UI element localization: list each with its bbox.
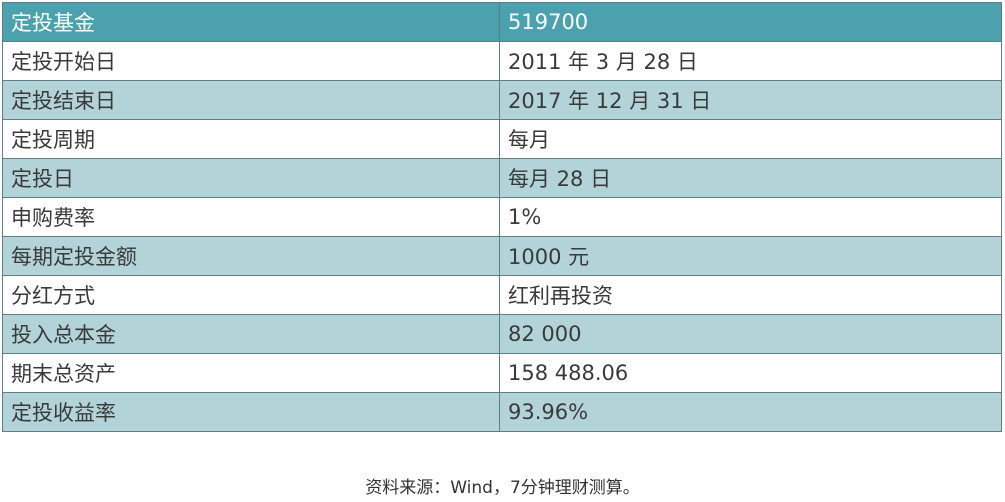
table-row: 分红方式 红利再投资 (2, 275, 1002, 315)
row-label-cell: 定投收益率 (2, 392, 500, 432)
table-row: 申购费率 1% (2, 197, 1002, 237)
table-row: 定投日 每月 28 日 (2, 158, 1002, 198)
table-row: 期末总资产 158 488.06 (2, 353, 1002, 393)
row-value-cell: 82 000 (499, 314, 1002, 354)
table-row: 投入总本金 82 000 (2, 314, 1002, 354)
table-row: 定投结束日 2017 年 12 月 31 日 (2, 80, 1002, 120)
fund-investment-table: 定投基金 519700 定投开始日 2011 年 3 月 28 日 定投结束日 … (2, 2, 1002, 432)
row-label-cell: 分红方式 (2, 275, 500, 315)
table-row: 每期定投金额 1000 元 (2, 236, 1002, 276)
row-label-cell: 定投周期 (2, 119, 500, 159)
row-value-cell: 红利再投资 (499, 275, 1002, 315)
row-label-cell: 期末总资产 (2, 353, 500, 393)
row-value-cell: 每月 28 日 (499, 158, 1002, 198)
row-value-cell: 2011 年 3 月 28 日 (499, 41, 1002, 81)
table-row: 定投收益率 93.96% (2, 392, 1002, 432)
row-value-cell: 93.96% (499, 392, 1002, 432)
row-label-cell: 每期定投金额 (2, 236, 500, 276)
row-value-cell: 1000 元 (499, 236, 1002, 276)
row-value-cell: 每月 (499, 119, 1002, 159)
source-note: 资料来源：Wind，7分钟理财测算。 (365, 478, 640, 498)
row-label-cell: 定投开始日 (2, 41, 500, 81)
table-row: 定投周期 每月 (2, 119, 1002, 159)
header-value-cell: 519700 (499, 2, 1002, 42)
row-value-cell: 2017 年 12 月 31 日 (499, 80, 1002, 120)
row-label-cell: 定投结束日 (2, 80, 500, 120)
header-label-cell: 定投基金 (2, 2, 500, 42)
row-value-cell: 158 488.06 (499, 353, 1002, 393)
table-row: 定投开始日 2011 年 3 月 28 日 (2, 41, 1002, 81)
table-header-row: 定投基金 519700 (2, 2, 1002, 42)
row-label-cell: 申购费率 (2, 197, 500, 237)
row-label-cell: 投入总本金 (2, 314, 500, 354)
row-value-cell: 1% (499, 197, 1002, 237)
row-label-cell: 定投日 (2, 158, 500, 198)
